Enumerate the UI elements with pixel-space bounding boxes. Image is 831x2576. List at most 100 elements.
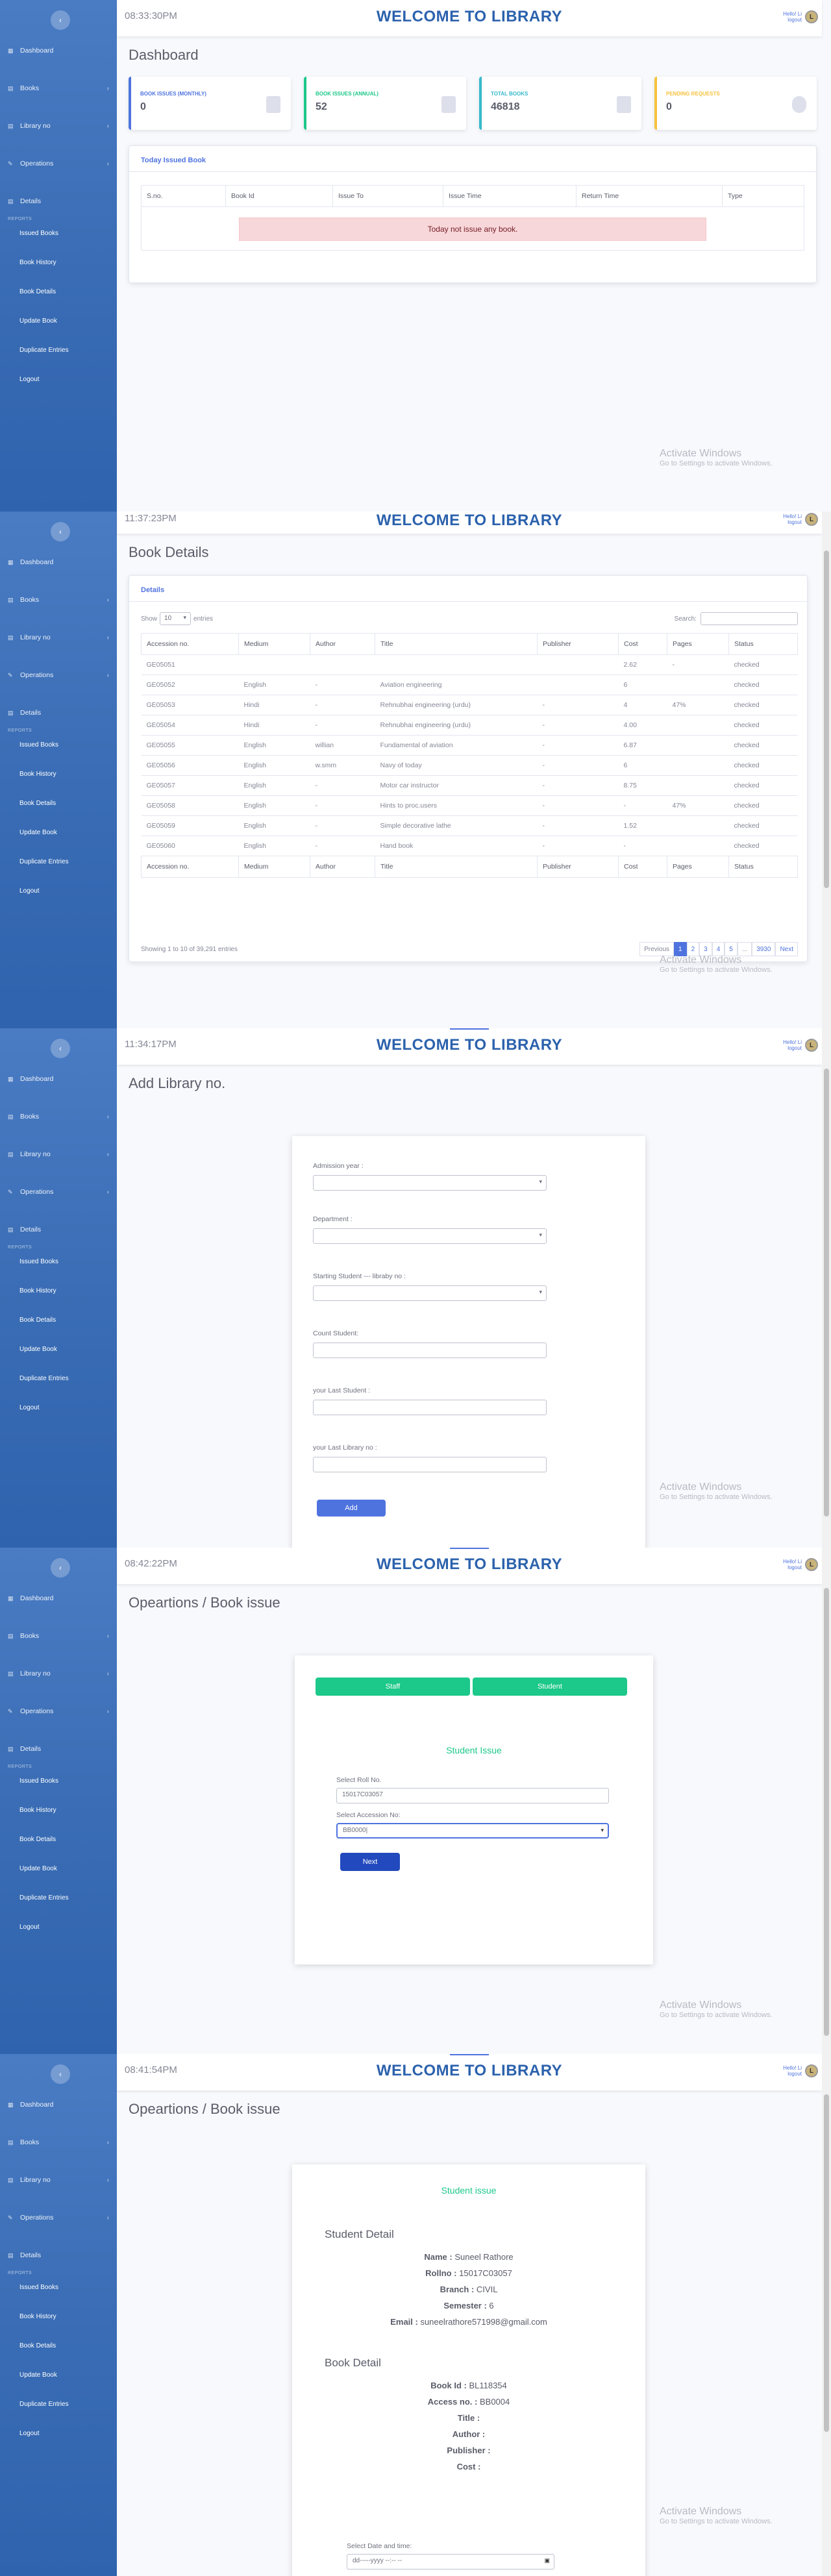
avatar[interactable]: L [805, 2064, 818, 2077]
sidebar-item-dashboard[interactable]: ▦ Dashboard [0, 2098, 117, 2111]
sidebar-item-book-details[interactable]: Book Details [0, 285, 117, 298]
scrollbar-thumb[interactable] [824, 2094, 829, 2432]
col-issue-to[interactable]: Issue To [332, 185, 443, 207]
col-medium[interactable]: Medium [238, 633, 310, 655]
logout-link[interactable]: logout [783, 1045, 802, 1051]
sidebar-item-details[interactable]: ▤ Details [0, 2249, 117, 2262]
sidebar-item-logout[interactable]: Logout [0, 373, 117, 386]
sidebar-item-library-no[interactable]: ▤ Library no › [0, 631, 117, 644]
sidebar-item-update-book[interactable]: Update Book [0, 826, 117, 839]
sidebar-toggle-icon[interactable]: ‹ [51, 1558, 70, 1578]
sidebar-toggle-icon[interactable]: ‹ [51, 1039, 70, 1058]
avatar[interactable]: L [805, 1558, 818, 1571]
avatar[interactable]: L [805, 513, 818, 526]
col-title[interactable]: Title [375, 633, 538, 655]
sidebar-item-duplicate-entries[interactable]: Duplicate Entries [0, 855, 117, 868]
sidebar-item-issued-books[interactable]: Issued Books [0, 2281, 117, 2294]
sidebar-item-duplicate-entries[interactable]: Duplicate Entries [0, 343, 117, 356]
sidebar-item-issued-books[interactable]: Issued Books [0, 1255, 117, 1268]
sidebar-item-dashboard[interactable]: ▦ Dashboard [0, 556, 117, 569]
sidebar-item-update-book[interactable]: Update Book [0, 2368, 117, 2381]
last-student-input[interactable] [313, 1400, 547, 1415]
sidebar-item-library-no[interactable]: ▤ Library no › [0, 2174, 117, 2186]
sidebar-item-issued-books[interactable]: Issued Books [0, 227, 117, 240]
sidebar-item-book-details[interactable]: Book Details [0, 1313, 117, 1326]
sidebar-item-update-book[interactable]: Update Book [0, 314, 117, 327]
sidebar-item-details[interactable]: ▤ Details [0, 195, 117, 208]
scrollbar-thumb[interactable] [824, 1588, 829, 2036]
sidebar-item-library-no[interactable]: ▤ Library no › [0, 1667, 117, 1680]
starting-student-select[interactable]: ▾ [313, 1285, 547, 1301]
student-tab[interactable]: Student [473, 1678, 627, 1696]
sidebar-item-logout[interactable]: Logout [0, 1401, 117, 1414]
sidebar-item-library-no[interactable]: ▤ Library no › [0, 119, 117, 132]
sidebar-toggle-icon[interactable]: ‹ [51, 522, 70, 541]
col-author[interactable]: Author [310, 633, 375, 655]
col-status[interactable]: Status [728, 633, 798, 655]
sidebar-toggle-icon[interactable]: ‹ [51, 2064, 70, 2084]
sidebar-item-dashboard[interactable]: ▦ Dashboard [0, 1592, 117, 1605]
sidebar-item-operations[interactable]: ✎ Operations › [0, 157, 117, 170]
sidebar-item-duplicate-entries[interactable]: Duplicate Entries [0, 1372, 117, 1385]
col-sno[interactable]: S.no. [141, 185, 226, 207]
roll-input[interactable]: 15017C03057 [336, 1788, 609, 1803]
sidebar-item-book-details[interactable]: Book Details [0, 797, 117, 810]
logout-link[interactable]: logout [783, 1565, 802, 1570]
add-button[interactable]: Add [317, 1500, 386, 1517]
sidebar-item-duplicate-entries[interactable]: Duplicate Entries [0, 2397, 117, 2410]
sidebar-item-book-details[interactable]: Book Details [0, 1833, 117, 1846]
scrollbar[interactable] [822, 1028, 831, 1548]
col-publisher[interactable]: Publisher [537, 633, 619, 655]
sidebar-item-operations[interactable]: ✎ Operations › [0, 1705, 117, 1718]
sidebar-item-issued-books[interactable]: Issued Books [0, 738, 117, 751]
logout-link[interactable]: logout [783, 519, 802, 525]
col-return-time[interactable]: Return Time [576, 185, 723, 207]
sidebar-item-details[interactable]: ▤ Details [0, 1742, 117, 1755]
sidebar-item-operations[interactable]: ✎ Operations › [0, 2211, 117, 2224]
admission-year-select[interactable]: ▾ [313, 1175, 547, 1191]
last-library-input[interactable] [313, 1457, 547, 1472]
col-issue-time[interactable]: Issue Time [443, 185, 577, 207]
sidebar-item-issued-books[interactable]: Issued Books [0, 1774, 117, 1787]
sidebar-item-duplicate-entries[interactable]: Duplicate Entries [0, 1891, 117, 1904]
user-menu[interactable]: Hello! Li logout L [783, 513, 818, 526]
search-input[interactable] [701, 612, 798, 625]
sidebar-item-book-history[interactable]: Book History [0, 2310, 117, 2323]
scrollbar[interactable] [822, 2054, 831, 2576]
avatar[interactable]: L [805, 1039, 818, 1052]
sidebar-item-book-history[interactable]: Book History [0, 1803, 117, 1816]
sidebar-item-book-history[interactable]: Book History [0, 1284, 117, 1297]
user-menu[interactable]: Hello! Li logout L [783, 1558, 818, 1571]
sidebar-item-books[interactable]: ▤ Books › [0, 82, 117, 95]
user-menu[interactable]: Hello! Li logout L [783, 2064, 818, 2077]
col-pages[interactable]: Pages [667, 633, 729, 655]
sidebar-item-book-details[interactable]: Book Details [0, 2339, 117, 2352]
sidebar-toggle-icon[interactable]: ‹ [51, 10, 70, 30]
date-time-input[interactable]: dd-----yyyy --:-- -- ▣ [347, 2554, 554, 2570]
avatar[interactable]: L [805, 10, 818, 23]
sidebar-item-books[interactable]: ▤ Books › [0, 593, 117, 606]
sidebar-item-update-book[interactable]: Update Book [0, 1862, 117, 1875]
calendar-icon[interactable]: ▣ [544, 2557, 550, 2564]
sidebar-item-logout[interactable]: Logout [0, 2427, 117, 2440]
sidebar-item-update-book[interactable]: Update Book [0, 1343, 117, 1356]
col-type[interactable]: Type [722, 185, 804, 207]
sidebar-item-books[interactable]: ▤ Books › [0, 1629, 117, 1642]
next-button[interactable]: Next [340, 1853, 400, 1871]
col-cost[interactable]: Cost [618, 633, 667, 655]
sidebar-item-details[interactable]: ▤ Details [0, 706, 117, 719]
sidebar-item-details[interactable]: ▤ Details [0, 1223, 117, 1236]
page-next[interactable]: Next [775, 942, 798, 956]
sidebar-item-books[interactable]: ▤ Books › [0, 1110, 117, 1123]
logout-link[interactable]: logout [783, 17, 802, 23]
scrollbar-thumb[interactable] [824, 551, 829, 888]
scrollbar[interactable] [822, 512, 831, 1028]
sidebar-item-book-history[interactable]: Book History [0, 256, 117, 269]
user-menu[interactable]: Hello! Li logout L [783, 1039, 818, 1052]
col-book-id[interactable]: Book Id [225, 185, 333, 207]
department-select[interactable]: ▾ [313, 1228, 547, 1244]
sidebar-item-books[interactable]: ▤ Books › [0, 2136, 117, 2149]
sidebar-item-dashboard[interactable]: ▦ Dashboard [0, 44, 117, 57]
user-menu[interactable]: Hello! Li logout L [783, 10, 818, 23]
scrollbar[interactable] [822, 1548, 831, 2054]
